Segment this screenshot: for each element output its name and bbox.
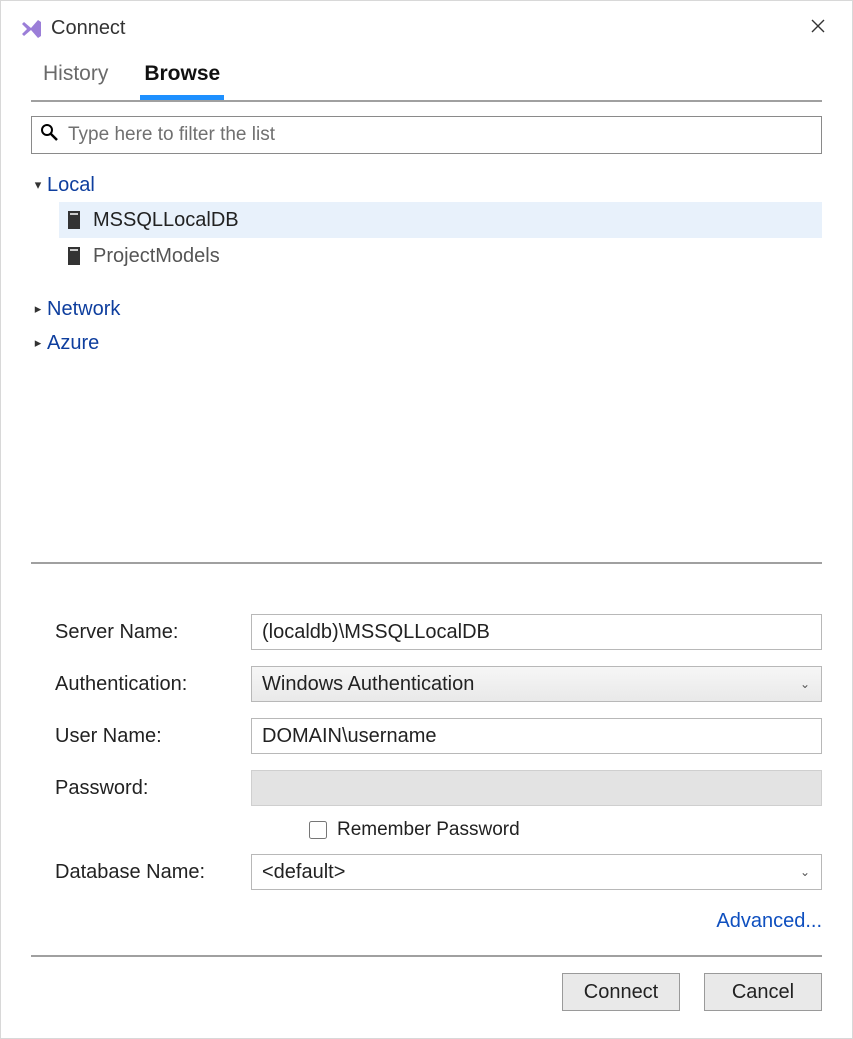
dialog-buttons: Connect Cancel (1, 973, 852, 1029)
title-bar: Connect (1, 1, 852, 52)
server-name-label: Server Name: (55, 621, 251, 644)
advanced-link[interactable]: Advanced... (716, 910, 822, 932)
connect-button[interactable]: Connect (562, 973, 680, 1011)
cancel-button[interactable]: Cancel (704, 973, 822, 1011)
filter-container (31, 116, 822, 154)
tab-browse[interactable]: Browse (140, 52, 224, 98)
window-title: Connect (51, 17, 126, 40)
tree-group-azure[interactable]: ▸ Azure (31, 326, 822, 360)
divider (31, 100, 822, 102)
server-icon (67, 210, 81, 230)
authentication-select[interactable]: Windows Authentication (251, 666, 822, 702)
tree-group-network[interactable]: ▸ Network (31, 292, 822, 326)
close-icon[interactable] (802, 13, 834, 44)
caret-down-icon: ▾ (31, 177, 45, 193)
tab-history[interactable]: History (39, 52, 112, 98)
tree-item-label: MSSQLLocalDB (93, 209, 239, 232)
caret-right-icon: ▸ (31, 335, 45, 351)
divider (31, 955, 822, 957)
password-input (251, 770, 822, 806)
caret-right-icon: ▸ (31, 301, 45, 317)
user-name-input[interactable] (251, 718, 822, 754)
tree-group-label: Local (47, 174, 95, 197)
tree-group-label: Azure (47, 332, 99, 355)
tree-item-mssqllocaldb[interactable]: MSSQLLocalDB (59, 202, 822, 238)
authentication-label: Authentication: (55, 673, 251, 696)
filter-input[interactable] (66, 123, 813, 147)
tab-bar: History Browse (1, 52, 852, 98)
server-icon (67, 246, 81, 266)
connection-form: Server Name: Authentication: Windows Aut… (1, 614, 852, 890)
visual-studio-icon (19, 17, 43, 41)
user-name-label: User Name: (55, 725, 251, 748)
remember-password-checkbox[interactable] (309, 821, 327, 839)
tree-group-label: Network (47, 298, 120, 321)
database-name-select[interactable]: <default> (251, 854, 822, 890)
tree-group-local[interactable]: ▾ Local (31, 168, 822, 202)
search-icon (40, 123, 58, 147)
database-name-label: Database Name: (55, 861, 251, 884)
divider (31, 562, 822, 564)
password-label: Password: (55, 777, 251, 800)
connection-tree: ▾ Local MSSQLLocalDB ProjectModels ▸ Net… (31, 168, 822, 360)
server-name-input[interactable] (251, 614, 822, 650)
remember-password-label: Remember Password (337, 819, 520, 841)
tree-item-projectmodels[interactable]: ProjectModels (59, 238, 822, 274)
tree-item-label: ProjectModels (93, 245, 220, 268)
